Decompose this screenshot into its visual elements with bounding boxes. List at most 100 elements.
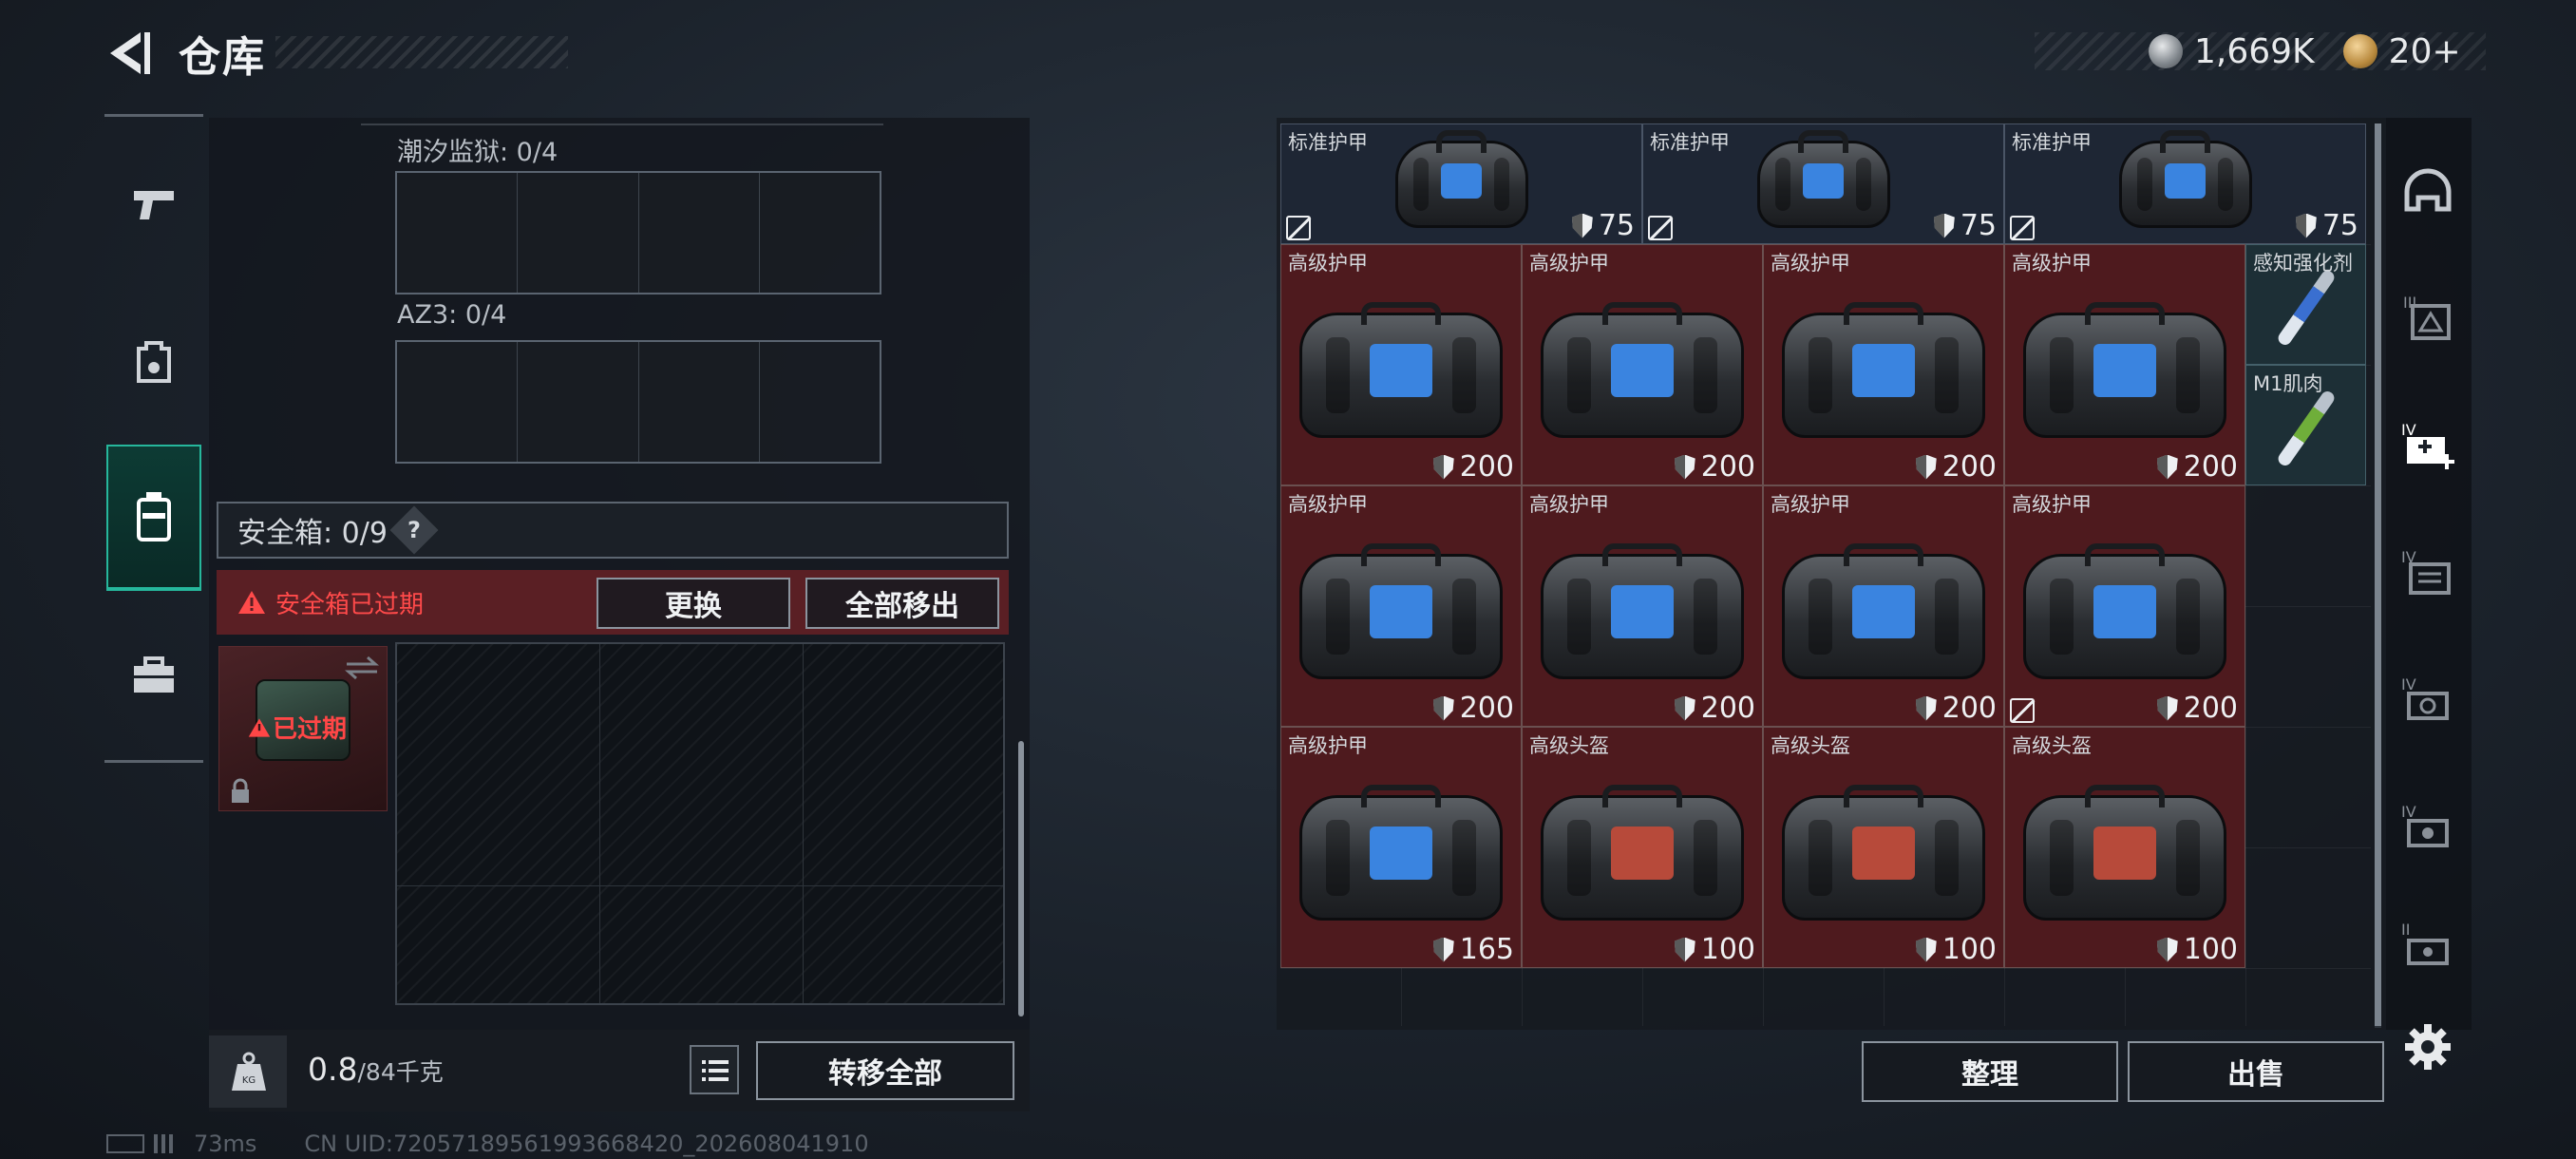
lock-icon [232, 778, 249, 803]
slot-cell[interactable] [760, 342, 880, 462]
gold-coin-icon [2342, 34, 2377, 68]
item-border [1642, 124, 2004, 244]
filter-tab-medical[interactable]: IV [2396, 414, 2460, 479]
item-border [2004, 124, 2366, 244]
sort-button[interactable]: 整理 [1862, 1041, 2118, 1102]
left-scrollbar[interactable] [1018, 741, 1024, 1016]
item-border [2004, 485, 2245, 727]
back-arrow-icon [110, 32, 150, 74]
stash-item[interactable]: 感知强化剂 [2245, 244, 2366, 365]
stash-item[interactable]: 高级护甲 200 [1763, 485, 2004, 727]
back-button[interactable] [104, 27, 152, 80]
stash-item[interactable]: 高级护甲 200 [1280, 485, 1522, 727]
slot-cell[interactable] [518, 173, 639, 293]
slot-cell[interactable] [518, 342, 639, 462]
slot1-grid[interactable] [395, 171, 881, 294]
stash-item[interactable]: 标准护甲 75 [1280, 124, 1642, 244]
safe-case-title: 安全箱: 0/9 [237, 517, 388, 550]
warning-icon [238, 591, 265, 614]
filter-tab-documents[interactable]: IV [2396, 542, 2460, 606]
level3-case-icon: III [2403, 294, 2451, 340]
remove-all-button[interactable]: 全部移出 [805, 578, 999, 629]
svg-text:II: II [2401, 921, 2410, 939]
filter-tab-camera[interactable]: IV [2396, 669, 2460, 733]
stash-item[interactable]: 高级头盔 100 [1763, 727, 2004, 968]
filter-tab-electronics[interactable]: IV [2396, 796, 2460, 861]
filter-tab-level3[interactable]: III [2396, 287, 2460, 352]
stash-item[interactable]: 高级护甲 200 [1522, 485, 1763, 727]
svg-text:IV: IV [2401, 675, 2416, 694]
slot-cell[interactable] [397, 342, 519, 462]
grid-divider [599, 644, 600, 1003]
transfer-all-button[interactable]: 转移全部 [756, 1041, 1014, 1100]
safe-case-item[interactable]: 已过期 [218, 646, 388, 811]
item-border [2004, 727, 2245, 968]
nav-tab-backpack[interactable] [106, 290, 201, 432]
stash-item[interactable]: 高级头盔 100 [2004, 727, 2245, 968]
case-expired-label: 已过期 [219, 710, 387, 745]
replace-button[interactable]: 更换 [597, 578, 790, 629]
nav-tab-weapons[interactable] [106, 133, 201, 276]
nav-divider-top [104, 114, 203, 117]
case-expired-text: 已过期 [273, 715, 348, 744]
gear-icon [2405, 1024, 2451, 1070]
stash-grid-line [1280, 968, 2371, 969]
slot1-label: 潮汐监狱: 0/4 [397, 138, 559, 167]
filter-tab-helmet[interactable] [2396, 160, 2460, 224]
slot-cell[interactable] [639, 173, 760, 293]
help-button[interactable]: ? [389, 505, 439, 555]
swap-icon[interactable] [343, 655, 381, 681]
stash-item[interactable]: 高级头盔 100 [1522, 727, 1763, 968]
sell-button[interactable]: 出售 [2128, 1041, 2384, 1102]
item-border [1763, 244, 2004, 485]
stash-item[interactable]: 高级护甲 200 [1522, 244, 1763, 485]
status-bar: 73ms CN UID:72057189561993668420_2026080… [106, 1130, 869, 1157]
electronics-icon: IV [2401, 803, 2449, 847]
stash-item[interactable]: M1肌肉 [2245, 365, 2366, 485]
expired-warning-icon [248, 717, 271, 737]
slot2-grid[interactable] [395, 340, 881, 464]
weight-box: KG [209, 1036, 287, 1108]
item-border [1280, 124, 1642, 244]
list-view-button[interactable] [690, 1045, 739, 1094]
pistol-icon [134, 191, 174, 219]
item-border [1280, 485, 1522, 727]
warning-text: 安全箱已过期 [275, 590, 425, 619]
stash-item[interactable]: 高级护甲 200 [2004, 244, 2245, 485]
medkit-icon: IV [2401, 421, 2454, 469]
item-border [2245, 244, 2366, 365]
stash-scroll-thumb[interactable] [2375, 124, 2381, 1026]
currency-bar: 1,669K 20+ [2149, 30, 2490, 72]
slot-cell[interactable] [639, 342, 760, 462]
backpack-icon [137, 341, 171, 383]
item-border [1522, 727, 1763, 968]
stash-grid[interactable]: 标准护甲 75 标准护甲 75 标准护甲 75 高级护甲 200 高级护甲 200 高级护甲 200 高… [1280, 124, 2371, 1026]
stash-item[interactable]: 标准护甲 75 [1642, 124, 2004, 244]
documents-icon: IV [2401, 548, 2451, 595]
settings-button[interactable] [2396, 1015, 2460, 1079]
stash-item[interactable]: 高级护甲 200 [1763, 244, 2004, 485]
slot-cell[interactable] [760, 173, 880, 293]
camera-icon: IV [2401, 675, 2449, 720]
item-border [1522, 485, 1763, 727]
panel-divider [361, 124, 883, 125]
stash-item[interactable]: 标准护甲 75 [2004, 124, 2366, 244]
filter-tab-tools[interactable]: II [2396, 914, 2460, 978]
ping-text: 73ms [194, 1130, 257, 1157]
grid-divider [803, 644, 804, 1003]
stash-item[interactable]: 高级护甲 165 [1280, 727, 1522, 968]
helmet-icon [2404, 168, 2452, 212]
svg-text:IV: IV [2401, 803, 2416, 821]
slot-cell[interactable] [397, 173, 519, 293]
weight-icon: KG [232, 1052, 266, 1091]
nav-tab-safe-case[interactable] [106, 445, 201, 591]
stash-scrollbar[interactable] [2375, 124, 2381, 1028]
svg-text:IV: IV [2401, 421, 2416, 439]
stash-item[interactable]: 高级护甲 200 [2004, 485, 2245, 727]
title-decoration [275, 36, 568, 68]
safe-case-grid[interactable] [395, 642, 1005, 1005]
item-border [1522, 244, 1763, 485]
stash-item[interactable]: 高级护甲 200 [1280, 244, 1522, 485]
nav-tab-toolbox[interactable] [106, 604, 201, 747]
svg-text:KG: KG [242, 1075, 256, 1086]
